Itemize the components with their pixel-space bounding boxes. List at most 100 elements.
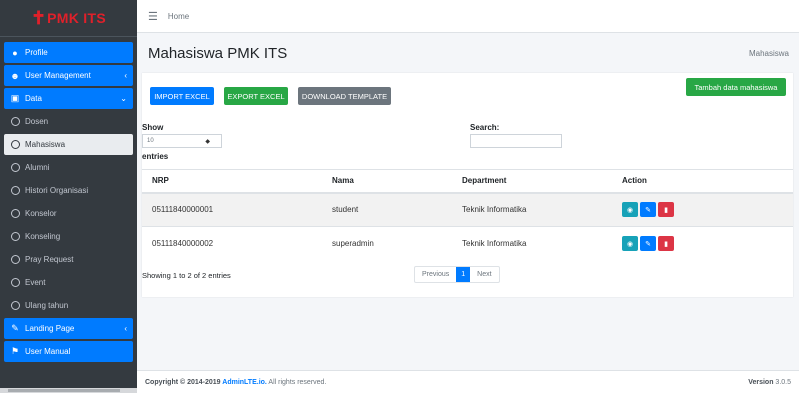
chevron-down-icon: ⌄	[120, 94, 127, 103]
page-length-select[interactable]: 10 ◆	[142, 134, 222, 148]
circle-icon	[9, 232, 21, 241]
scrollbar-thumb[interactable]	[8, 389, 120, 392]
sidebar-item-profile[interactable]: ● Profile	[4, 42, 133, 63]
sidebar-item-user-manual[interactable]: ⚑ User Manual	[4, 341, 133, 362]
sidebar-item-konselor[interactable]: Konselor	[4, 203, 133, 224]
column-header-nama[interactable]: Nama	[322, 169, 452, 194]
brand-logo[interactable]: ✝ PMK ITS	[0, 0, 137, 37]
version-label: Version	[748, 378, 774, 386]
table-header-row: NRP Nama Department Action	[142, 169, 793, 194]
database-icon: ▣	[10, 93, 20, 103]
sidebar-item-data[interactable]: ▣ Data ⌄	[4, 88, 133, 109]
circle-icon	[9, 255, 21, 264]
sidebar-item-label: User Manual	[25, 347, 71, 356]
circle-icon	[9, 209, 21, 218]
download-template-button[interactable]: DOWNLOAD TEMPLATE	[298, 87, 391, 105]
eye-icon: ◉	[626, 240, 634, 248]
menu-toggle-icon[interactable]: ☰	[148, 10, 158, 23]
delete-button[interactable]: ▮	[658, 236, 674, 252]
show-label: Show	[142, 123, 164, 132]
adminlte-link[interactable]: AdminLTE.io.	[222, 379, 267, 386]
circle-icon	[9, 186, 21, 195]
delete-button[interactable]: ▮	[658, 202, 674, 218]
circle-icon	[9, 140, 21, 149]
user-circle-icon: ●	[12, 47, 18, 58]
next-page-button[interactable]: Next	[470, 267, 498, 282]
breadcrumb: Mahasiswa	[748, 48, 789, 58]
previous-page-button[interactable]: Previous	[415, 267, 456, 282]
table-row: 05111840000001 student Teknik Informatik…	[142, 192, 793, 227]
sidebar-item-label: Konselor	[25, 209, 57, 218]
circle-icon	[9, 163, 21, 172]
manual-icon: ⚑	[10, 346, 20, 356]
chevron-left-icon: ‹	[124, 324, 127, 333]
cell-department: Teknik Informatika	[452, 192, 612, 227]
sidebar-item-user-management[interactable]: ☻ User Management ‹	[4, 65, 133, 86]
pagination: Previous 1 Next	[414, 266, 500, 283]
table-info: Showing 1 to 2 of 2 entries	[142, 271, 231, 280]
page-1-button[interactable]: 1	[456, 267, 471, 282]
sidebar-item-label: Profile	[25, 48, 48, 57]
users-icon: ☻	[10, 70, 20, 81]
sidebar-item-label: Data	[25, 94, 42, 103]
export-excel-button[interactable]: EXPORT EXCEL	[224, 87, 288, 105]
chevron-left-icon: ‹	[124, 71, 127, 80]
sidebar-item-mahasiswa[interactable]: Mahasiswa	[4, 134, 133, 155]
column-header-nrp[interactable]: NRP	[142, 169, 322, 194]
edit-button[interactable]: ✎	[640, 202, 656, 218]
column-header-department[interactable]: Department	[452, 169, 612, 194]
updown-icon: ◆	[205, 138, 210, 145]
edit-button[interactable]: ✎	[640, 236, 656, 252]
import-excel-button[interactable]: IMPORT EXCEL	[150, 87, 214, 105]
view-button[interactable]: ◉	[622, 202, 638, 218]
column-header-action: Action	[612, 169, 793, 194]
sidebar-item-ulang-tahun[interactable]: Ulang tahun	[4, 295, 133, 316]
circle-icon	[9, 301, 21, 310]
trash-icon: ▮	[664, 240, 668, 248]
cell-nama: superadmin	[322, 226, 452, 261]
version-text: Version 3.0.5	[748, 379, 791, 386]
trash-icon: ▮	[664, 206, 668, 214]
edit-icon: ✎	[645, 240, 651, 248]
circle-icon	[9, 278, 21, 287]
sidebar-item-label: Landing Page	[25, 324, 75, 333]
sidebar-item-label: Dosen	[25, 117, 49, 126]
brand-name: PMK ITS	[47, 10, 106, 26]
sidebar-item-event[interactable]: Event	[4, 272, 133, 293]
sidebar-item-label: Event	[25, 278, 46, 287]
view-button[interactable]: ◉	[622, 236, 638, 252]
mahasiswa-table: NRP Nama Department Action 0511184000000…	[142, 169, 793, 261]
cell-nrp: 05111840000001	[142, 192, 322, 227]
sidebar-item-dosen[interactable]: Dosen	[4, 111, 133, 132]
nav-home-link[interactable]: Home	[168, 12, 189, 21]
sidebar-scrollbar[interactable]	[0, 388, 137, 393]
content-header: Mahasiswa PMK ITS Mahasiswa	[137, 33, 799, 73]
entries-label: entries	[142, 152, 169, 161]
edit-icon: ✎	[645, 206, 651, 214]
search-input[interactable]	[470, 134, 562, 148]
sidebar-item-label: User Management	[25, 71, 91, 80]
sidebar-item-histori-organisasi[interactable]: Histori Organisasi	[4, 180, 133, 201]
sidebar-item-label: Alumni	[25, 163, 50, 172]
sidebar-item-alumni[interactable]: Alumni	[4, 157, 133, 178]
footer: Copyright © 2014-2019 AdminLTE.io. All r…	[137, 370, 799, 393]
table-row: 05111840000002 superadmin Teknik Informa…	[142, 226, 793, 261]
cross-icon: ✝	[31, 8, 47, 28]
mahasiswa-card: IMPORT EXCEL EXPORT EXCEL DOWNLOAD TEMPL…	[142, 73, 793, 297]
sidebar-item-label: Konseling	[25, 232, 61, 241]
sidebar: ✝ PMK ITS ● Profile ☻ User Management ‹ …	[0, 0, 137, 393]
file-icon: ✎	[11, 323, 19, 333]
page-length-value: 10	[147, 138, 154, 144]
version-number: 3.0.5	[773, 378, 791, 386]
sidebar-nav: ● Profile ☻ User Management ‹ ▣ Data ⌄ D…	[0, 37, 137, 362]
eye-icon: ◉	[626, 206, 634, 214]
cell-department: Teknik Informatika	[452, 226, 612, 261]
add-mahasiswa-button[interactable]: Tambah data mahasiswa	[686, 78, 786, 96]
cell-action: ◉ ✎ ▮	[612, 226, 793, 261]
cell-nama: student	[322, 192, 452, 227]
sidebar-item-konseling[interactable]: Konseling	[4, 226, 133, 247]
sidebar-item-label: Mahasiswa	[25, 140, 66, 149]
sidebar-item-landing-page[interactable]: ✎ Landing Page ‹	[4, 318, 133, 339]
search-label: Search:	[470, 123, 500, 132]
sidebar-item-pray-request[interactable]: Pray Request	[4, 249, 133, 270]
